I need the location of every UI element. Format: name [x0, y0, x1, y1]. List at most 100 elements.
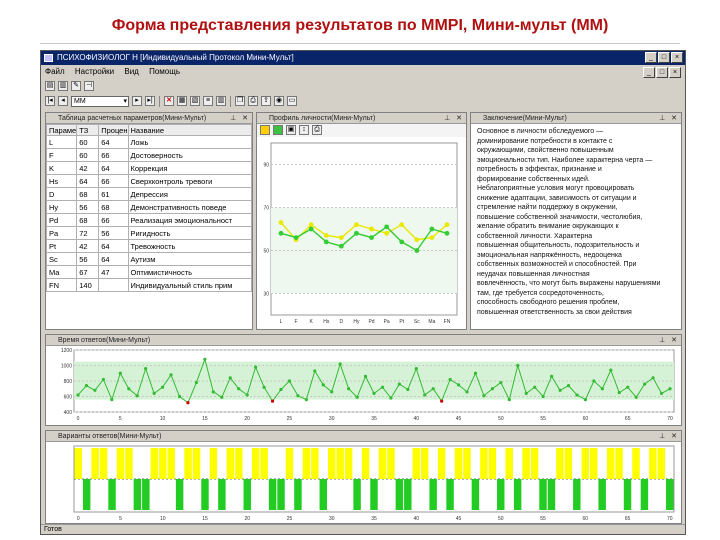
- delete-icon[interactable]: ✕: [164, 96, 174, 106]
- table-row[interactable]: Ma 67 47 Оптимистичность: [46, 265, 252, 279]
- menu-help[interactable]: Помощь: [149, 67, 180, 76]
- print-icon[interactable]: ▤: [45, 81, 55, 91]
- answer-time-title: Время ответов(Мини-Мульт): [58, 337, 151, 344]
- table-row[interactable]: D 68 61 Депрессия: [46, 187, 252, 201]
- x-tick-label: 20: [244, 516, 250, 522]
- param-cell: K: [46, 161, 78, 175]
- preview-icon[interactable]: ▥: [58, 81, 68, 91]
- toolbar-separator: [230, 95, 231, 107]
- test-select[interactable]: ММ: [71, 95, 129, 107]
- globe-icon[interactable]: ◉: [274, 96, 284, 106]
- report-line: собственных возможностей и способностей.…: [477, 261, 637, 268]
- time-point: [127, 387, 131, 391]
- params-table-header: Таблица расчетных параметров(Мини-Мульт)…: [46, 113, 252, 124]
- x-tick-label: 5: [119, 516, 122, 522]
- edit-icon[interactable]: ✎: [71, 81, 81, 91]
- panel-controls[interactable]: ⊥ ✕: [659, 335, 679, 345]
- x-tick-label: 35: [371, 516, 377, 522]
- table-row[interactable]: FN 140 Индивидуальный стиль прим: [46, 278, 252, 292]
- panel-controls[interactable]: ⊥ ✕: [444, 113, 464, 123]
- list-icon[interactable]: ≡: [203, 96, 213, 106]
- last-icon[interactable]: ▸|: [145, 96, 155, 106]
- notes-icon[interactable]: ▭: [287, 96, 297, 106]
- first-icon[interactable]: |◂: [45, 96, 55, 106]
- next-icon[interactable]: ▸: [132, 96, 142, 106]
- t-cell: 60: [76, 148, 100, 162]
- percent-cell: 66: [98, 148, 129, 162]
- print2-icon[interactable]: ⎙: [248, 96, 258, 106]
- answer-bar: [632, 448, 640, 479]
- x-tick-label: 15: [202, 516, 208, 522]
- profile-point-yellow: [308, 222, 314, 228]
- columns-icon[interactable]: ▥: [216, 96, 226, 106]
- chart-type-icon[interactable]: [260, 125, 270, 135]
- chart-sort-icon[interactable]: ↕: [299, 125, 309, 135]
- percent-cell: 47: [98, 265, 129, 279]
- answer-bar: [589, 448, 598, 479]
- table-row[interactable]: Hy 56 68 Демонстративность поведе: [46, 200, 252, 214]
- menu-file[interactable]: Файл: [45, 67, 65, 76]
- x-tick-label: 50: [498, 416, 504, 422]
- table-icon[interactable]: ▦: [177, 96, 187, 106]
- table-row[interactable]: K 42 64 Коррекция: [46, 161, 252, 175]
- export-icon[interactable]: ⇪: [261, 96, 271, 106]
- mdi-maximize-button[interactable]: □: [656, 67, 668, 78]
- answer-bar: [235, 448, 243, 479]
- t-cell: 140: [76, 278, 100, 292]
- col-header-name[interactable]: Название: [127, 124, 252, 136]
- panel-controls[interactable]: ⊥ ✕: [659, 113, 679, 123]
- time-point: [254, 365, 258, 369]
- y-tick-label: 1200: [61, 348, 72, 354]
- time-point: [659, 391, 664, 395]
- answer-time-panel: Время ответов(Мини-Мульт) ⊥ ✕ 1200 1000 80…: [45, 334, 682, 426]
- t-cell: 72: [76, 226, 100, 240]
- name-cell: Ригидность: [127, 226, 252, 240]
- close-button[interactable]: ×: [671, 52, 683, 63]
- table-row[interactable]: Hs 64 66 Сверхконтроль тревоги: [46, 174, 252, 188]
- chart-fill-icon[interactable]: [273, 125, 283, 135]
- answer-bar: [471, 479, 480, 510]
- x-tick-label: 15: [202, 416, 208, 422]
- copy-icon[interactable]: ❐: [235, 96, 245, 106]
- answer-bar: [260, 448, 268, 479]
- answer-bar: [505, 448, 513, 479]
- chart-icon[interactable]: ▧: [190, 96, 200, 106]
- window-titlebar[interactable]: ПСИХОФИЗИОЛОГ Н [Индивидуальный Протокол…: [41, 51, 685, 65]
- table-row[interactable]: Pd 68 66 Реализация эмоциональност: [46, 213, 252, 227]
- app-icon: [44, 54, 53, 62]
- answer-bar: [226, 448, 235, 479]
- table-row[interactable]: F 60 66 Достоверность: [46, 148, 252, 162]
- time-point: [414, 367, 418, 371]
- time-point: [490, 387, 494, 391]
- col-header-param[interactable]: Параме: [46, 124, 78, 136]
- table-row[interactable]: Pa 72 56 Ригидность: [46, 226, 252, 240]
- table-row[interactable]: Sc 56 64 Аутизм: [46, 252, 252, 266]
- mdi-minimize-button[interactable]: _: [643, 67, 655, 78]
- table-row[interactable]: Pt 42 64 Тревожность: [46, 239, 252, 253]
- mdi-close-button[interactable]: ×: [669, 67, 681, 78]
- panel-controls[interactable]: ⊥ ✕: [230, 113, 250, 123]
- time-point: [550, 374, 554, 378]
- menu-view[interactable]: Вид: [124, 67, 138, 76]
- maximize-button[interactable]: □: [658, 52, 670, 63]
- col-header-percent[interactable]: Процен: [98, 124, 129, 136]
- time-point: [372, 391, 376, 395]
- minimize-button[interactable]: _: [645, 52, 657, 63]
- report-line: Основное в личности обследуемого —: [477, 128, 604, 135]
- table-row[interactable]: L 60 64 Ложь: [46, 135, 252, 149]
- profile-point-green: [414, 248, 420, 253]
- menu-settings[interactable]: Настройки: [75, 67, 114, 76]
- time-point: [296, 394, 300, 398]
- chart-save-icon[interactable]: ▣: [286, 125, 296, 135]
- tool-icon[interactable]: ⊣: [84, 81, 94, 91]
- panel-controls[interactable]: ⊥ ✕: [659, 431, 679, 441]
- chart-print-icon[interactable]: ⎙: [312, 125, 322, 135]
- col-header-t[interactable]: ТЗ: [76, 124, 100, 136]
- toolbar-separator: [159, 95, 160, 107]
- profile-point-yellow: [323, 233, 329, 238]
- answer-bar: [547, 479, 556, 510]
- report-line: окружающими, свойственно повышенным: [477, 147, 614, 154]
- prev-icon[interactable]: ◂: [58, 96, 68, 106]
- answer-time-header: Время ответов(Мини-Мульт) ⊥ ✕: [46, 335, 681, 346]
- x-tick-label: 30: [329, 516, 335, 522]
